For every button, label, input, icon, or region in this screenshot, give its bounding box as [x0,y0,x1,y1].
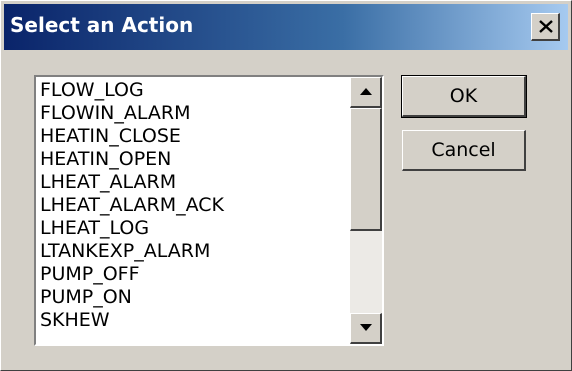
vertical-scrollbar[interactable] [350,77,382,344]
close-button[interactable] [531,13,560,41]
list-item[interactable]: HEATIN_OPEN [40,148,340,171]
title-bar[interactable]: Select an Action [4,4,568,50]
list-item[interactable]: LHEAT_ALARM_ACK [40,194,340,217]
actions-list: FLOW_LOG FLOWIN_ALARM HEATIN_CLOSE HEATIN_O… [40,79,340,332]
list-item[interactable]: SKHEW [40,309,340,332]
dialog-title: Select an Action [10,13,194,37]
list-item[interactable]: FLOW_LOG [40,79,340,102]
list-item[interactable]: LTANKEXP_ALARM [40,240,340,263]
actions-listbox[interactable]: FLOW_LOG FLOWIN_ALARM HEATIN_CLOSE HEATIN_O… [34,75,384,346]
list-item[interactable]: LHEAT_LOG [40,217,340,240]
close-icon [539,20,553,33]
arrow-down-icon [360,324,372,331]
scroll-up-button[interactable] [350,77,382,108]
list-item[interactable]: LHEAT_ALARM [40,171,340,194]
scroll-down-button[interactable] [350,313,382,344]
select-action-dialog: Select an Action FLOW_LOG FLOWIN_ALARM HEA… [0,0,572,371]
arrow-up-icon [360,88,372,95]
ok-button[interactable]: OK [401,75,527,118]
list-item[interactable]: FLOWIN_ALARM [40,102,340,125]
list-item[interactable]: PUMP_OFF [40,263,340,286]
cancel-button[interactable]: Cancel [402,130,526,171]
list-item[interactable]: HEATIN_CLOSE [40,125,340,148]
list-item[interactable]: PUMP_ON [40,286,340,309]
scrollbar-thumb[interactable] [350,108,382,231]
